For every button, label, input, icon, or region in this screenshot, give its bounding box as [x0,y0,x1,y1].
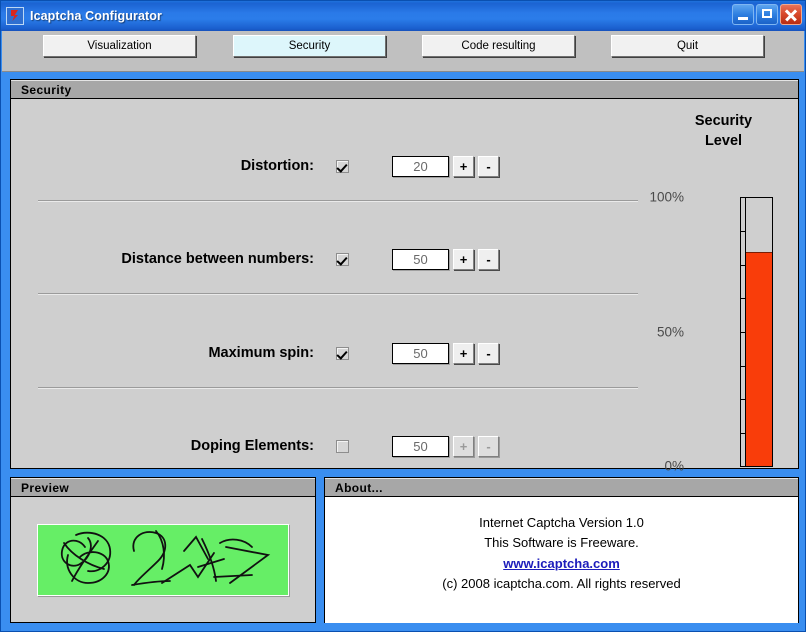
checkbox-distance[interactable] [336,252,349,266]
gauge-label-50: 50% [656,324,684,340]
checkbox-distortion[interactable] [336,159,349,173]
setting-row-doping-elements: Doping Elements: 50 + - [11,423,647,469]
input-distance[interactable]: 50 [392,248,449,270]
captcha-app-icon [6,7,24,25]
gauge-title: Security Level [661,111,786,151]
setting-label-distortion: Distortion: [240,158,314,174]
preview-panel-caption: Preview [11,478,315,497]
row-divider-2 [38,293,638,295]
setting-row-maximum-spin: Maximum spin: 50 + - [11,330,647,376]
increment-doping-elements-button: + [453,435,474,457]
gauge-label-0: 0% [664,458,684,474]
window-controls [732,4,802,25]
close-icon[interactable] [780,4,802,25]
security-panel: Security Distortion: 20 + - Distance bet… [10,79,799,474]
gauge-track [745,197,773,467]
gauge-fill-bar [746,251,772,466]
about-copyright-line: (c) 2008 icaptcha.com. All rights reserv… [442,576,681,591]
setting-row-distance: Distance between numbers: 50 + - [11,236,647,282]
decrement-doping-elements-button: - [478,435,499,457]
gauge-title-line1: Security [694,113,753,129]
about-version-line: Internet Captcha Version 1.0 [479,515,644,530]
captcha-strokes [60,530,271,586]
tab-code-resulting[interactable]: Code resulting [422,35,575,57]
setting-row-distortion: Distortion: 20 + - [11,143,647,189]
spinner-distance: 50 + - [392,248,499,270]
setting-label-maximum-spin: Maximum spin: [208,345,314,361]
about-panel-body: Internet Captcha Version 1.0 This Softwa… [325,497,798,623]
input-doping-elements[interactable]: 50 [392,435,449,457]
tab-security[interactable]: Security [233,35,386,57]
spinner-doping-elements: 50 + - [392,435,499,457]
increment-maximum-spin-button[interactable]: + [453,342,474,364]
spinner-maximum-spin: 50 + - [392,342,499,364]
tab-visualization[interactable]: Visualization [43,35,196,57]
increment-distortion-button[interactable]: + [453,155,474,177]
preview-panel-body [11,497,315,623]
application-window: Icaptcha Configurator Visualization Secu… [0,0,806,632]
input-distortion[interactable]: 20 [392,155,449,177]
tab-quit[interactable]: Quit [611,35,764,57]
checkbox-maximum-spin[interactable] [336,346,349,360]
about-freeware-line: This Software is Freeware. [484,535,639,550]
minimize-icon[interactable] [732,4,754,25]
about-panel-caption: About... [325,478,798,497]
maximize-icon[interactable] [756,4,778,25]
security-panel-body: Distortion: 20 + - Distance between numb… [11,99,798,474]
window-title: Icaptcha Configurator [30,9,162,23]
row-divider-3 [38,387,638,389]
checkbox-doping-elements[interactable] [336,439,349,453]
increment-distance-button[interactable]: + [453,248,474,270]
spinner-distortion: 20 + - [392,155,499,177]
security-level-gauge: Security Level 100% 50% 0% [649,99,798,474]
gauge-label-100: 100% [649,189,684,205]
input-maximum-spin[interactable]: 50 [392,342,449,364]
tab-bar: Visualization Security Code resulting Qu… [2,31,804,72]
setting-label-distance: Distance between numbers: [121,251,314,267]
about-website-link[interactable]: www.icaptcha.com [503,553,620,574]
gauge-title-line2: Level [704,133,743,149]
about-panel: About... Internet Captcha Version 1.0 Th… [324,477,799,623]
title-bar: Icaptcha Configurator [1,1,805,31]
security-panel-caption: Security [11,80,798,99]
preview-panel: Preview [10,477,316,623]
row-divider-1 [38,200,638,202]
captcha-preview-image [37,524,289,596]
decrement-maximum-spin-button[interactable]: - [478,342,499,364]
decrement-distortion-button[interactable]: - [478,155,499,177]
setting-label-doping-elements: Doping Elements: [190,438,314,454]
decrement-distance-button[interactable]: - [478,248,499,270]
